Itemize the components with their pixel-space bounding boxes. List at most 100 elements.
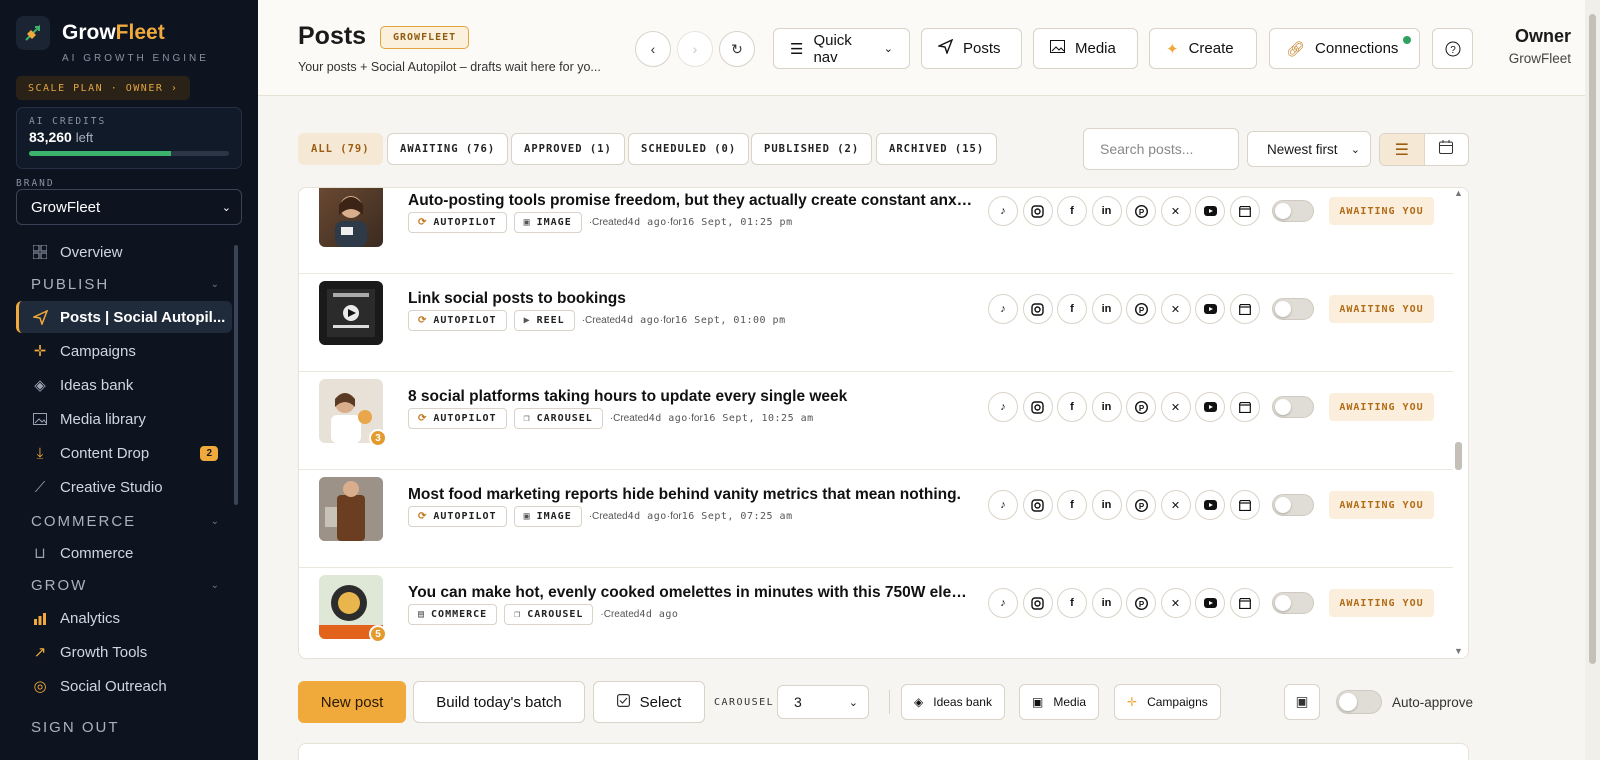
google-business-icon[interactable] <box>1229 196 1260 226</box>
sidebar-item-growth-tools[interactable]: ↗ Growth Tools <box>16 636 232 668</box>
create-button[interactable]: ✦ Create <box>1149 28 1257 69</box>
linkedin-icon[interactable]: in <box>1091 588 1122 618</box>
pinterest-icon[interactable]: P <box>1126 196 1156 226</box>
approve-toggle[interactable] <box>1272 298 1314 320</box>
filter-scheduled[interactable]: SCHEDULED (0) <box>628 133 750 165</box>
carousel-count-select[interactable]: 3 ⌄ <box>777 685 869 719</box>
google-business-icon[interactable] <box>1229 294 1260 324</box>
linkedin-icon[interactable]: in <box>1091 490 1122 520</box>
pinterest-icon[interactable]: P <box>1126 392 1156 422</box>
ideas-bank-button[interactable]: ◈ Ideas bank <box>901 684 1005 720</box>
sidebar-item-posts[interactable]: Posts | Social Autopil... <box>16 301 232 333</box>
x-icon[interactable]: ✕ <box>1160 588 1191 618</box>
post-thumbnail[interactable] <box>319 281 383 345</box>
section-grow[interactable]: GROW ⌄ <box>31 577 221 594</box>
select-button[interactable]: Select <box>593 681 705 723</box>
brand-select[interactable]: GrowFleet ⌄ <box>16 189 242 225</box>
section-commerce[interactable]: COMMERCE ⌄ <box>31 513 221 530</box>
page-scrollbar-thumb[interactable] <box>1589 14 1596 664</box>
account-menu[interactable]: Owner GrowFleet <box>1509 26 1571 66</box>
filter-awaiting[interactable]: AWAITING (76) <box>387 133 509 165</box>
table-row[interactable]: 3 8 social platforms taking hours to upd… <box>299 372 1453 470</box>
google-business-icon[interactable] <box>1229 392 1260 422</box>
post-thumbnail[interactable] <box>319 188 383 247</box>
x-icon[interactable]: ✕ <box>1160 294 1191 324</box>
instagram-icon[interactable] <box>1022 588 1053 618</box>
filter-approved[interactable]: APPROVED (1) <box>511 133 625 165</box>
post-title[interactable]: Link social posts to bookings <box>408 290 974 308</box>
sidebar-item-analytics[interactable]: Analytics <box>16 602 232 634</box>
instagram-icon[interactable] <box>1022 294 1053 324</box>
forward-button[interactable]: › <box>677 31 713 67</box>
post-list-scrollbar[interactable]: ▲ ▼ <box>1453 188 1465 658</box>
pinterest-icon[interactable]: P <box>1126 588 1156 618</box>
post-thumbnail[interactable]: 5 <box>319 575 387 643</box>
instagram-icon[interactable] <box>1022 196 1053 226</box>
linkedin-icon[interactable]: in <box>1091 196 1122 226</box>
sidebar-item-ideas-bank[interactable]: ◈ Ideas bank <box>16 369 232 401</box>
youtube-icon[interactable] <box>1195 196 1225 226</box>
table-row[interactable]: Auto-posting tools promise freedom, but … <box>299 188 1453 274</box>
google-business-icon[interactable] <box>1229 588 1260 618</box>
youtube-icon[interactable] <box>1195 294 1225 324</box>
sidebar-item-social-outreach[interactable]: ◎ Social Outreach <box>16 670 232 702</box>
build-batch-button[interactable]: Build today's batch <box>413 681 585 723</box>
post-title[interactable]: 8 social platforms taking hours to updat… <box>408 388 974 406</box>
scroll-up-arrow-icon[interactable]: ▲ <box>1454 188 1463 198</box>
tiktok-icon[interactable]: ♪ <box>988 490 1018 520</box>
x-icon[interactable]: ✕ <box>1160 490 1191 520</box>
approve-toggle[interactable] <box>1272 396 1314 418</box>
image-settings-button[interactable]: ▣ <box>1284 684 1320 720</box>
sidebar-item-content-drop[interactable]: ⤓ Content Drop 2 <box>16 437 232 469</box>
scroll-down-arrow-icon[interactable]: ▼ <box>1454 646 1463 656</box>
youtube-icon[interactable] <box>1195 392 1225 422</box>
post-title[interactable]: Most food marketing reports hide behind … <box>408 486 974 504</box>
post-thumbnail[interactable] <box>319 477 383 541</box>
sign-out-link[interactable]: SIGN OUT <box>31 719 120 736</box>
approve-toggle[interactable] <box>1272 592 1314 614</box>
sidebar-item-media-library[interactable]: Media library <box>16 403 232 435</box>
table-row[interactable]: Most food marketing reports hide behind … <box>299 470 1453 568</box>
sidebar-item-overview[interactable]: Overview <box>16 236 232 268</box>
instagram-icon[interactable] <box>1022 392 1053 422</box>
tiktok-icon[interactable]: ♪ <box>988 294 1018 324</box>
facebook-icon[interactable]: f <box>1057 490 1087 520</box>
youtube-icon[interactable] <box>1195 588 1225 618</box>
google-business-icon[interactable] <box>1229 490 1260 520</box>
post-title[interactable]: You can make hot, evenly cooked omelette… <box>408 584 974 602</box>
tiktok-icon[interactable]: ♪ <box>988 196 1018 226</box>
search-input[interactable]: Search posts... <box>1083 128 1239 170</box>
new-post-button[interactable]: New post <box>298 681 406 723</box>
youtube-icon[interactable] <box>1195 490 1225 520</box>
pinterest-icon[interactable]: P <box>1126 490 1156 520</box>
quick-nav-button[interactable]: ☰ Quick nav ⌄ <box>773 28 910 69</box>
list-view-button[interactable]: ☰ <box>1380 134 1425 165</box>
facebook-icon[interactable]: f <box>1057 294 1087 324</box>
help-button[interactable]: ? <box>1432 28 1473 69</box>
sidebar-item-commerce[interactable]: ⊔ Commerce <box>16 537 232 569</box>
x-icon[interactable]: ✕ <box>1160 196 1191 226</box>
table-row[interactable]: 5 You can make hot, evenly cooked omelet… <box>299 568 1453 658</box>
sidebar-scrollbar[interactable] <box>234 245 238 505</box>
posts-button[interactable]: Posts <box>921 28 1022 69</box>
post-title[interactable]: Auto-posting tools promise freedom, but … <box>408 192 974 210</box>
facebook-icon[interactable]: f <box>1057 196 1087 226</box>
tiktok-icon[interactable]: ♪ <box>988 588 1018 618</box>
approve-toggle[interactable] <box>1272 494 1314 516</box>
table-row[interactable]: Link social posts to bookings ⟳ AUTOPILOT… <box>299 274 1453 372</box>
media-shortcut-button[interactable]: ▣ Media <box>1019 684 1100 720</box>
calendar-view-button[interactable] <box>1425 134 1469 165</box>
post-thumbnail[interactable]: 3 <box>319 379 387 447</box>
campaigns-button[interactable]: ✛ Campaigns <box>1114 684 1221 720</box>
pinterest-icon[interactable]: P <box>1126 294 1156 324</box>
approve-toggle[interactable] <box>1272 200 1314 222</box>
filter-all[interactable]: ALL (79) <box>298 133 383 165</box>
sidebar-item-creative-studio[interactable]: ⟋ Creative Studio <box>16 471 232 503</box>
section-publish[interactable]: PUBLISH ⌄ <box>31 276 221 293</box>
facebook-icon[interactable]: f <box>1057 392 1087 422</box>
connections-button[interactable]: 🔗︎ Connections <box>1269 28 1420 69</box>
linkedin-icon[interactable]: in <box>1091 294 1122 324</box>
x-icon[interactable]: ✕ <box>1160 392 1191 422</box>
filter-published[interactable]: PUBLISHED (2) <box>751 133 873 165</box>
facebook-icon[interactable]: f <box>1057 588 1087 618</box>
